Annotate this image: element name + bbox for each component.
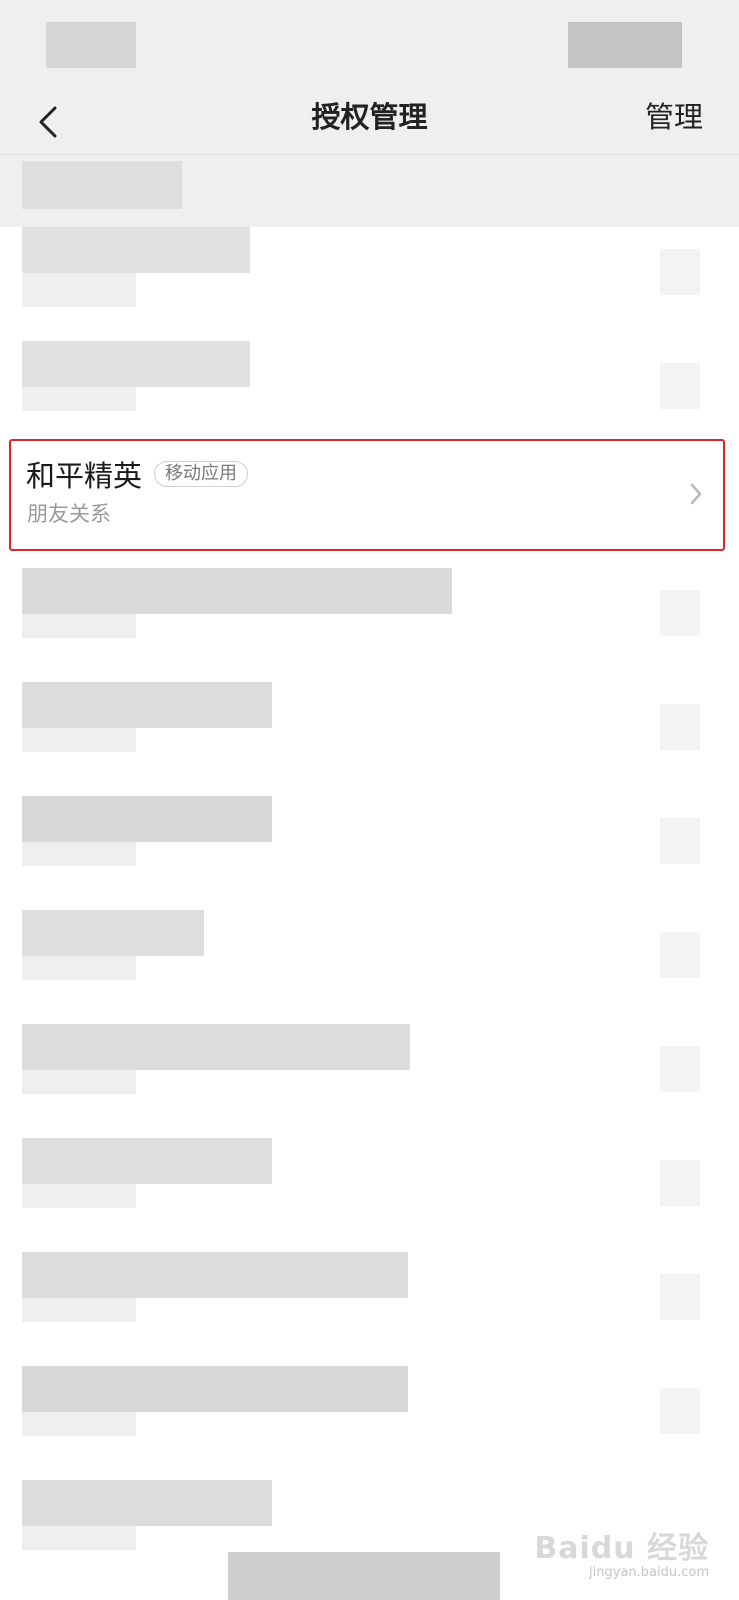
list-item-blurred[interactable] [0, 568, 739, 682]
page-title: 授权管理 [311, 100, 428, 134]
list-item-blurred[interactable] [0, 1024, 739, 1138]
status-left-blurred [46, 22, 136, 68]
nav-bar: 授权管理 管理 [0, 92, 739, 155]
chevron-right-icon [690, 483, 702, 505]
status-right-blurred [568, 22, 682, 68]
status-bar [0, 0, 739, 92]
chevron-left-icon [39, 106, 57, 138]
back-button[interactable] [26, 98, 70, 146]
manage-button[interactable]: 管理 [645, 92, 703, 142]
list-item-blurred[interactable] [0, 910, 739, 1024]
list-item-game-app[interactable]: 和平精英 移动应用 朋友关系 [0, 438, 739, 552]
list-item-blurred[interactable] [0, 1366, 739, 1480]
list-item-blurred[interactable] [0, 682, 739, 796]
bottom-bar-blurred [228, 1552, 500, 1600]
section-header-blurred [0, 155, 739, 227]
list-item-blurred[interactable] [0, 227, 739, 341]
app-type-badge: 移动应用 [154, 461, 249, 487]
list-item-blurred[interactable] [0, 1138, 739, 1252]
list-item-blurred[interactable] [0, 796, 739, 910]
app-name: 和平精英 [26, 459, 143, 493]
list-item-blurred[interactable] [0, 1252, 739, 1366]
item-title-line: 和平精英 移动应用 [26, 456, 249, 493]
permission-label: 朋友关系 [27, 502, 111, 526]
